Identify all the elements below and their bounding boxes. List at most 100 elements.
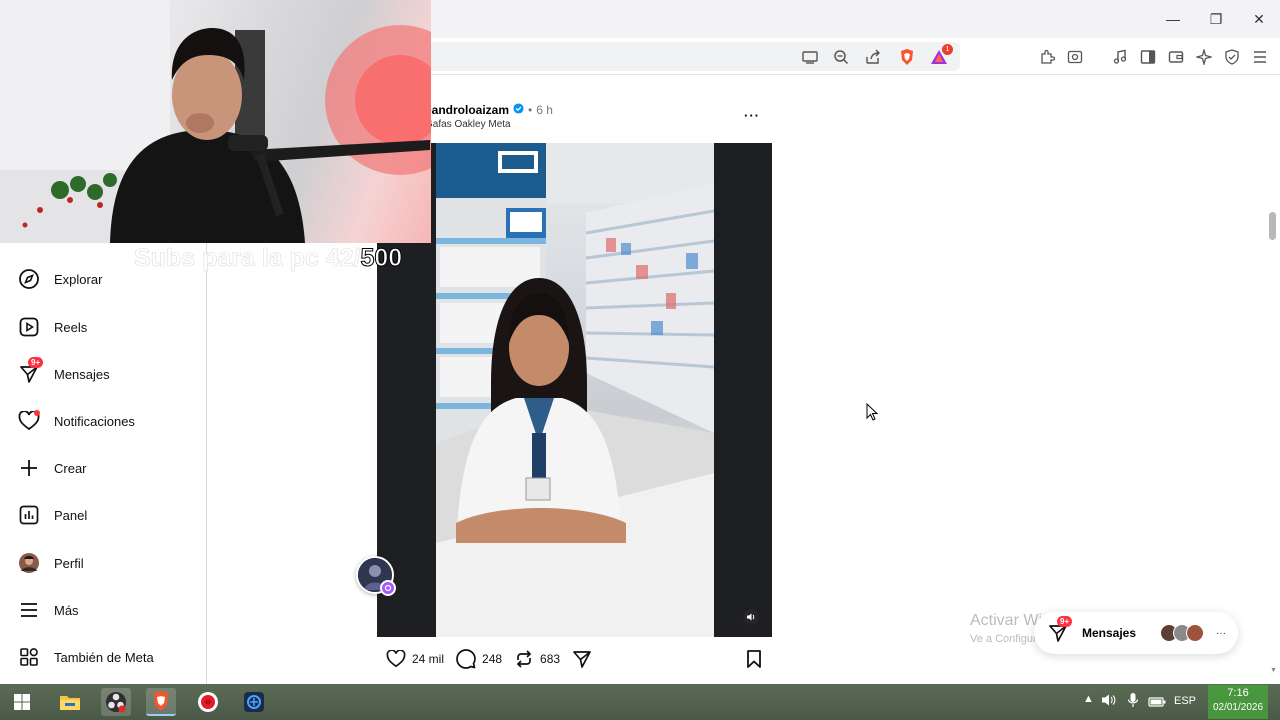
reels-icon [18, 316, 40, 338]
sidebar-item-mensajes[interactable]: 9+ Mensajes [18, 357, 110, 388]
webcam-overlay [0, 0, 431, 243]
install-app-icon[interactable] [800, 47, 820, 67]
meta-apps-icon [18, 646, 40, 668]
compass-icon [18, 268, 40, 290]
repost-button[interactable]: 683 [514, 649, 560, 669]
messages-badge: 9+ [1057, 616, 1073, 627]
media-icon[interactable] [1110, 47, 1130, 67]
sidebar-item-crear[interactable]: Crear [18, 454, 87, 482]
extensions-icon[interactable] [1037, 47, 1057, 67]
avatar [1186, 624, 1205, 642]
taskbar-app-red[interactable] [193, 688, 223, 716]
sidebar-item-label: Mensajes [54, 366, 110, 382]
post-username[interactable]: eandroloaizam [425, 103, 509, 117]
windows-logo-icon [14, 694, 30, 710]
repost-badge-icon [380, 580, 396, 596]
sidebar-item-label: Reels [54, 319, 88, 335]
sidebar-item-perfil[interactable]: Perfil [18, 549, 84, 577]
comment-icon [456, 649, 476, 669]
messenger-icon: 9+ [1048, 616, 1073, 643]
heart-icon [18, 410, 40, 432]
video-frame [436, 143, 714, 637]
clock-area[interactable]: 7:16 02/01/2026 [1208, 685, 1268, 719]
pharmacy-scene-image [436, 143, 714, 637]
page-scrollbar-thumb[interactable] [1269, 212, 1276, 240]
close-window-button[interactable]: ✕ [1246, 6, 1272, 32]
browser-menu-icon[interactable] [1250, 47, 1270, 67]
sidebar-item-mas[interactable]: Más [18, 596, 79, 624]
vpn-icon[interactable] [1222, 47, 1242, 67]
battery-icon[interactable] [1148, 695, 1166, 713]
sidebar-item-label: Notificaciones [54, 413, 135, 429]
scroll-down-arrow-icon[interactable]: ▼ [1270, 667, 1277, 674]
taskbar-file-explorer[interactable] [55, 688, 85, 716]
sidebar-item-label: Panel [54, 507, 88, 523]
like-button[interactable]: 24 mil [386, 650, 444, 668]
tray-overflow-icon[interactable]: ▲ [1083, 693, 1094, 705]
messages-badge: 9+ [28, 357, 44, 368]
mute-button[interactable] [743, 609, 759, 625]
microphone-icon[interactable] [1127, 692, 1139, 713]
brave-shields-icon[interactable] [897, 47, 917, 67]
blue-app-icon [244, 692, 264, 712]
like-count: 24 mil [412, 652, 445, 666]
post-time: 6 h [536, 103, 553, 117]
comment-button[interactable]: 248 [456, 649, 502, 669]
red-app-icon [198, 692, 218, 712]
windows-start-button[interactable] [7, 688, 37, 716]
brave-logo-icon [154, 691, 168, 711]
verified-badge-icon [513, 103, 524, 117]
rewards-badge: 1 [942, 44, 953, 55]
sidebar-item-panel[interactable]: Panel [18, 501, 87, 529]
screenshot-icon[interactable] [1065, 47, 1085, 67]
sidebar-item-explorar[interactable]: Explorar [18, 265, 102, 293]
bookmark-icon [747, 650, 761, 668]
speaker-icon [747, 613, 755, 621]
messenger-icon: 9+ [18, 357, 44, 385]
share-button[interactable] [572, 649, 592, 669]
message-avatars [1160, 624, 1205, 642]
minimize-button[interactable]: — [1160, 6, 1186, 32]
heart-icon [386, 650, 406, 668]
volume-icon[interactable] [1101, 693, 1117, 712]
sidebar-item-reels[interactable]: Reels [18, 313, 87, 341]
post-video[interactable] [377, 143, 772, 637]
taskbar-brave[interactable] [146, 688, 176, 716]
sidebar-item-tambien-de-meta[interactable]: También de Meta [18, 643, 154, 671]
floating-messages-label: Mensajes [1082, 626, 1137, 640]
share-icon[interactable] [863, 47, 883, 67]
notification-dot [34, 410, 40, 416]
save-button[interactable] [746, 649, 762, 669]
wallet-icon[interactable] [1166, 47, 1186, 67]
post-header: eandroloaizam • 6 h Gafas Oakley Meta [425, 103, 775, 133]
sidebar-toggle-icon[interactable] [1138, 47, 1158, 67]
stream-subs-goal: Subs para la pc 42/500 [134, 244, 403, 273]
floating-messages-button[interactable]: 9+ Mensajes ··· [1034, 612, 1238, 654]
sidebar-item-label: Explorar [54, 271, 103, 287]
send-icon [573, 651, 591, 668]
zoom-icon[interactable] [831, 47, 851, 67]
sidebar-item-label: Más [54, 602, 79, 618]
menu-icon [18, 599, 40, 621]
clock-time: 7:16 [1227, 687, 1249, 699]
clock-date: 02/01/2026 [1212, 702, 1264, 713]
taskbar-app-blue[interactable] [239, 688, 269, 716]
leo-ai-icon[interactable] [1194, 47, 1214, 67]
sidebar-item-label: Perfil [54, 555, 84, 571]
sidebar-item-label: Crear [54, 460, 87, 476]
plus-icon [18, 457, 40, 479]
sidebar-item-label: También de Meta [54, 649, 154, 665]
folder-icon [60, 696, 80, 710]
streamer-webcam-image [0, 0, 431, 243]
comment-count: 248 [482, 652, 503, 666]
sidebar-item-notificaciones[interactable]: Notificaciones [18, 407, 135, 435]
repost-count: 683 [540, 652, 561, 666]
post-options-button[interactable]: ··· [744, 108, 760, 123]
more-messages-icon: ··· [1216, 627, 1227, 639]
post-subtitle[interactable]: Gafas Oakley Meta [425, 119, 775, 130]
language-indicator[interactable]: ESP [1174, 695, 1196, 707]
video-letterbox-right [714, 143, 772, 637]
taskbar-obs[interactable] [101, 688, 131, 716]
maximize-button[interactable]: ❐ [1203, 6, 1229, 32]
brave-rewards-icon[interactable]: 1 [929, 44, 953, 67]
